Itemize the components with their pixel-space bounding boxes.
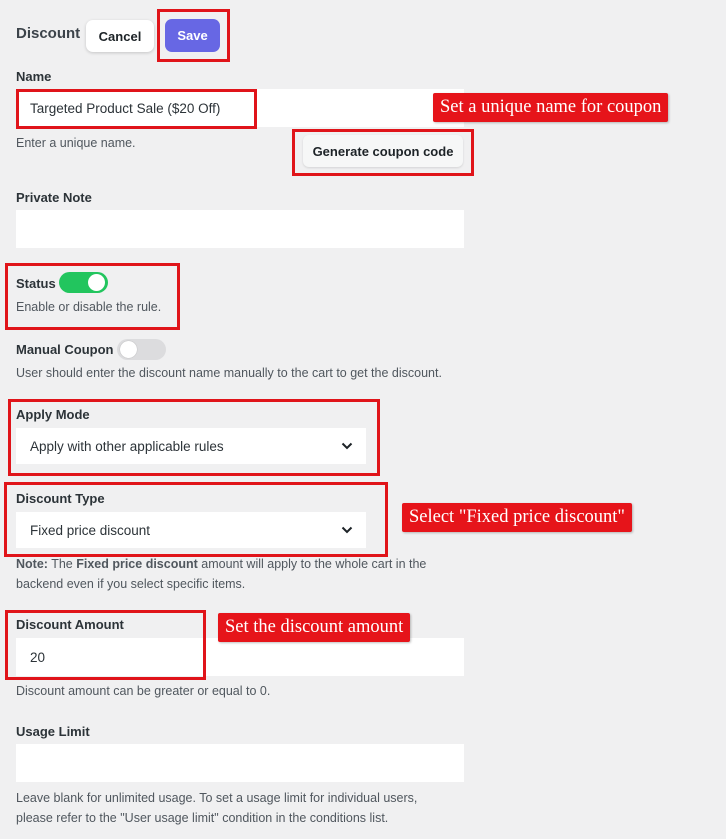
discount-amount-input[interactable]: 20 <box>16 638 464 676</box>
chevron-down-icon <box>341 526 353 534</box>
usage-help-line-2: please refer to the "User usage limit" c… <box>16 811 389 825</box>
usage-limit-label: Usage Limit <box>16 724 90 739</box>
discount-type-select[interactable]: Fixed price discount <box>16 512 366 548</box>
discount-amount-label: Discount Amount <box>16 617 124 632</box>
chevron-down-icon <box>341 442 353 450</box>
name-label: Name <box>16 69 52 84</box>
toggle-knob <box>120 341 137 358</box>
apply-mode-label: Apply Mode <box>16 407 90 422</box>
discount-type-label: Discount Type <box>16 491 105 506</box>
status-label: Status <box>16 276 56 291</box>
toggle-knob <box>88 274 105 291</box>
status-toggle[interactable] <box>59 272 108 293</box>
usage-help-line-1: Leave blank for unlimited usage. To set … <box>16 791 418 805</box>
name-callout: Set a unique name for coupon <box>433 93 669 122</box>
status-help-text: Enable or disable the rule. <box>16 300 162 314</box>
manual-coupon-toggle[interactable] <box>117 339 166 360</box>
discount-type-selected-value: Fixed price discount <box>30 522 151 538</box>
discount-type-callout: Select "Fixed price discount" <box>402 503 632 532</box>
cancel-button[interactable]: Cancel <box>86 20 154 52</box>
name-input[interactable]: Targeted Product Sale ($20 Off) <box>16 89 464 127</box>
discount-amount-help-text: Discount amount can be greater or equal … <box>16 684 271 698</box>
note-line-2: backend even if you select specific item… <box>16 577 246 591</box>
note-text-b: amount will apply to the whole cart in t… <box>197 557 427 571</box>
name-help-text: Enter a unique name. <box>16 136 136 150</box>
private-note-input[interactable] <box>16 210 464 248</box>
note-text-a: The <box>47 557 77 571</box>
save-button[interactable]: Save <box>165 19 220 52</box>
apply-mode-select[interactable]: Apply with other applicable rules <box>16 428 366 464</box>
note-line-1: Note: The Fixed price discount amount wi… <box>16 554 476 574</box>
manual-coupon-help-text: User should enter the discount name manu… <box>16 366 442 380</box>
manual-coupon-label: Manual Coupon <box>16 342 114 357</box>
note-prefix: Note: <box>16 557 48 571</box>
apply-mode-selected-value: Apply with other applicable rules <box>30 438 224 454</box>
discount-type-note: Note: The Fixed price discount amount wi… <box>16 554 476 594</box>
usage-limit-help-text: Leave blank for unlimited usage. To set … <box>16 788 486 828</box>
page-title: Discount <box>16 25 81 42</box>
note-bold-text: Fixed price discount <box>76 557 198 571</box>
usage-limit-input[interactable] <box>16 744 464 782</box>
generate-coupon-code-button[interactable]: Generate coupon code <box>303 135 463 167</box>
private-note-label: Private Note <box>16 190 92 205</box>
discount-amount-callout: Set the discount amount <box>218 613 411 642</box>
